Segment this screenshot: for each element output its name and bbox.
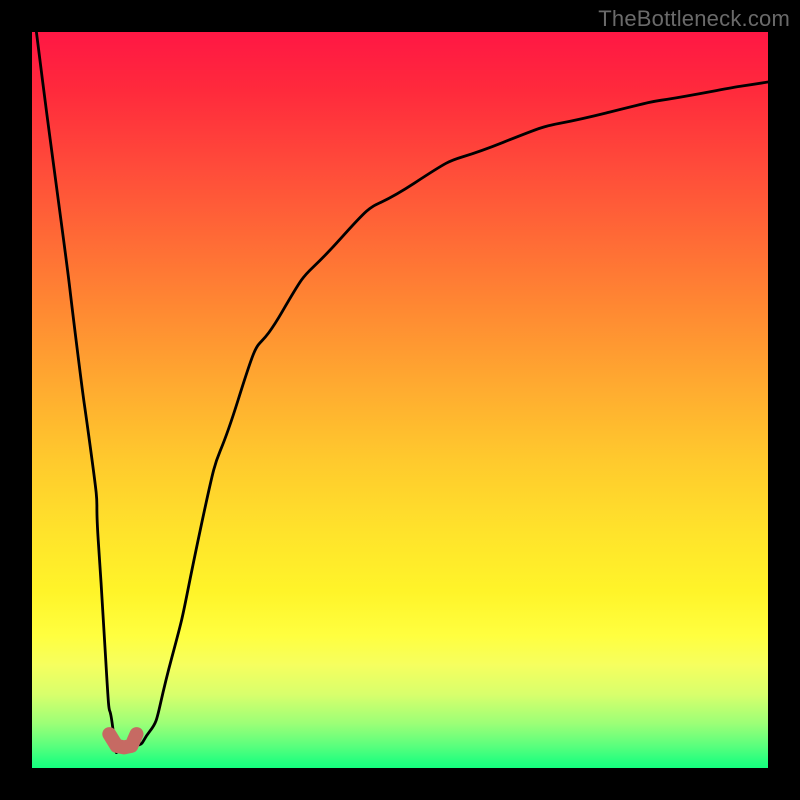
chart-frame: TheBottleneck.com	[0, 0, 800, 800]
plot-area	[32, 32, 768, 768]
optimal-marker	[109, 734, 136, 747]
watermark-text: TheBottleneck.com	[598, 6, 790, 32]
bottleneck-curve	[36, 32, 768, 753]
curve-svg	[32, 32, 768, 768]
